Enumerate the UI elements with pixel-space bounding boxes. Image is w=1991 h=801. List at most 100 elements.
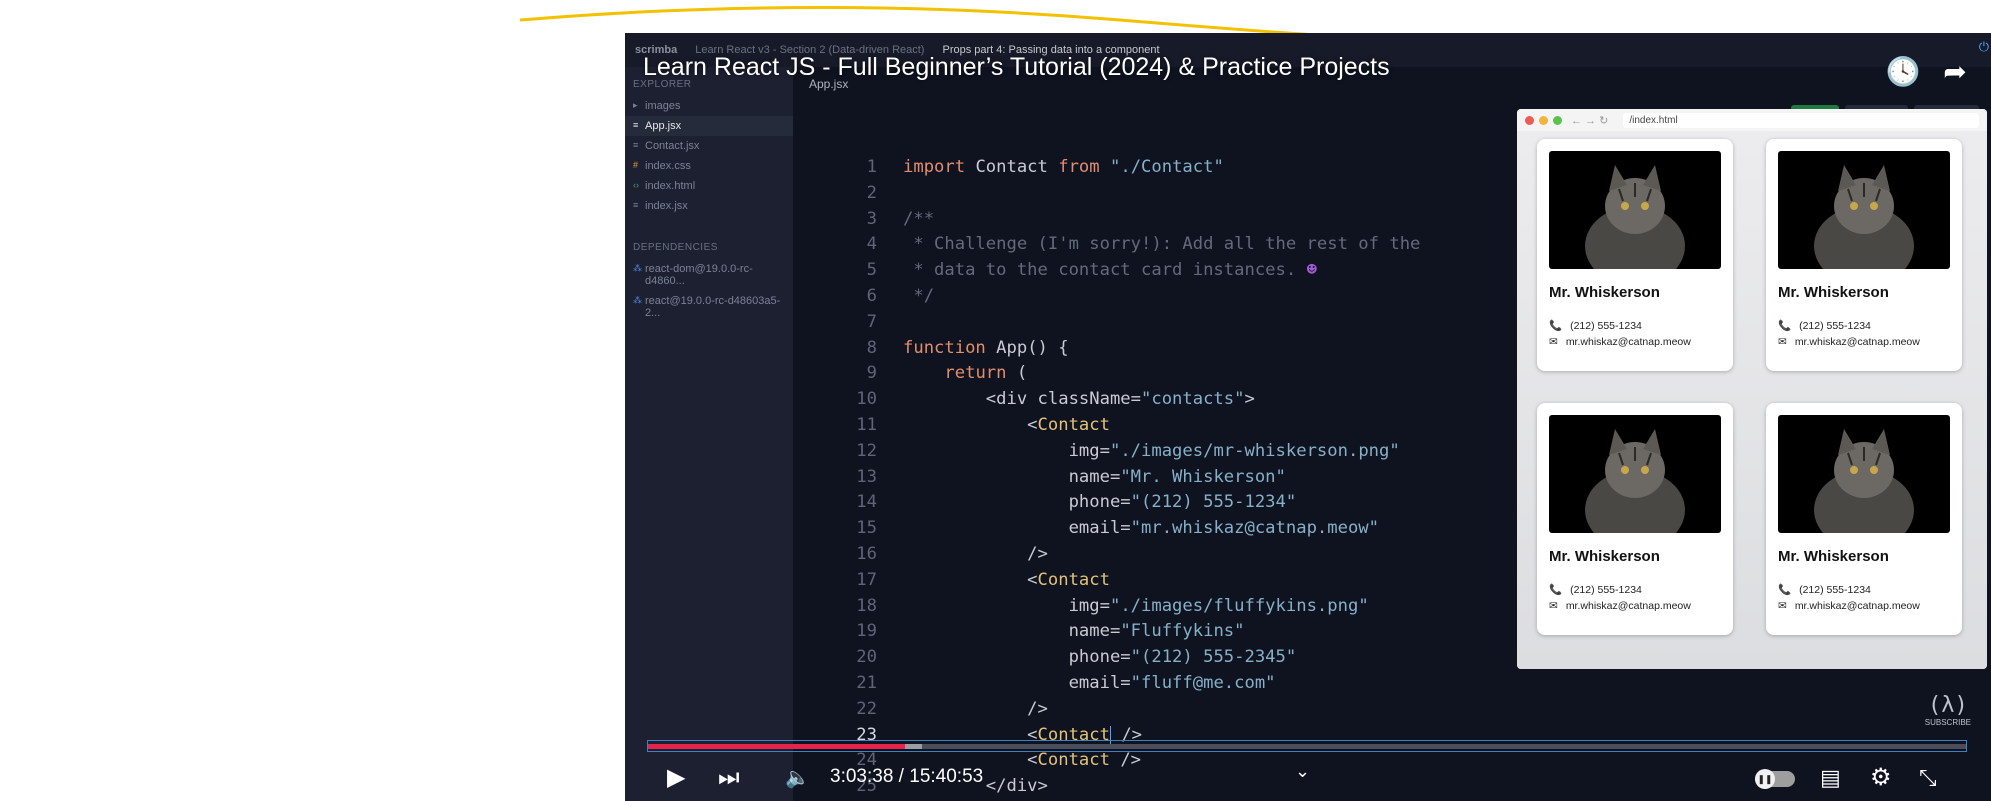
file-label: index.html: [645, 180, 696, 192]
file-app-jsx: ≡ App.jsx: [625, 116, 793, 136]
code-line: 1 import Contact from "./Contact": [866, 157, 1224, 177]
time-display: 3:03:38 / 15:40:53: [830, 766, 983, 788]
channel-watermark[interactable]: (λ) SUBSCRIBE: [1925, 693, 1971, 727]
video-title[interactable]: Learn React JS - Full Beginner’s Tutoria…: [643, 53, 1390, 82]
code-line: 22 />: [856, 698, 1048, 719]
browser-toolbar: ← → ↻ /index.html: [1517, 109, 1987, 131]
file-index-jsx: ≡ index.jsx: [625, 196, 793, 216]
contact-phone: 📞 (212) 555-1234: [1549, 319, 1642, 333]
package-icon: ⁂: [633, 263, 642, 273]
code-line: 7: [866, 311, 877, 332]
file-index-html: ‹› index.html: [625, 176, 793, 196]
preview-page: Mr. Whiskerson 📞 (212) 555-1234 ✉ mr.whisk…: [1517, 131, 1987, 669]
code-line: 11 <Contact: [856, 414, 1110, 435]
volume-icon[interactable]: 🔈: [785, 765, 810, 791]
file-icon: ≡: [633, 140, 639, 150]
contact-email: ✉ mr.whiskaz@catnap.meow: [1549, 600, 1691, 612]
code-line: 4 * Challenge (I'm sorry!): Add all the …: [866, 234, 1421, 255]
cat-photo: [1778, 415, 1950, 533]
contact-email: ✉ mr.whiskaz@catnap.meow: [1778, 336, 1920, 348]
file-icon: ≡: [633, 120, 639, 130]
cat-photo: [1778, 151, 1950, 269]
cat-photo: [1549, 415, 1721, 533]
contact-email: ✉ mr.whiskaz@catnap.meow: [1549, 336, 1691, 348]
code-line: 2: [866, 182, 877, 203]
chevron-down-icon[interactable]: ⌄: [1295, 761, 1310, 782]
browser-url: /index.html: [1623, 112, 1979, 128]
code-line: 14 phone="(212) 555-1234": [856, 492, 1297, 513]
file-label: App.jsx: [645, 120, 682, 132]
code-line: 20 phone="(212) 555-2345": [856, 647, 1297, 668]
mail-icon: ✉: [1549, 600, 1558, 612]
folder-icon: ▸: [633, 100, 638, 110]
dependency-item: ⁂ react@19.0.0-rc-d48603a5-2...: [625, 291, 793, 323]
code-line: 21 email="fluff@me.com": [856, 672, 1276, 693]
mail-icon: ✉: [1778, 600, 1787, 612]
dependency-label: react-dom@19.0.0-rc-d4860...: [645, 263, 753, 287]
captions-icon[interactable]: ▤: [1820, 765, 1841, 791]
video-player[interactable]: scrimba Learn React v3 - Section 2 (Data…: [625, 33, 1991, 801]
file-contact-jsx: ≡ Contact.jsx: [625, 136, 793, 156]
code-line: 3/**: [866, 208, 935, 229]
code-line: 8 function App() {: [866, 337, 1069, 358]
code-line: 10 <div className="contacts">: [856, 389, 1255, 410]
contact-phone: 📞 (212) 555-1234: [1778, 583, 1871, 597]
file-explorer: EXPLORER ▸ images ≡ App.jsx ≡ Contact.jsx #…: [625, 67, 793, 801]
code-line: 12 img="./images/mr-whiskerson.png": [856, 440, 1400, 461]
contact-name: Mr. Whiskerson: [1549, 284, 1660, 301]
pause-icon: ❚❚: [1755, 769, 1775, 789]
power-icon: ⏻: [1978, 39, 1989, 54]
contact-name: Mr. Whiskerson: [1549, 548, 1660, 565]
file-label: images: [645, 100, 681, 112]
contact-name: Mr. Whiskerson: [1778, 548, 1889, 565]
contact-phone: 📞 (212) 555-1234: [1549, 583, 1642, 597]
contact-card: Mr. Whiskerson 📞 (212) 555-1234 ✉ mr.whisk…: [1537, 139, 1733, 371]
dependency-label: react@19.0.0-rc-d48603a5-2...: [645, 295, 781, 319]
file-label: index.css: [645, 160, 691, 172]
time-separator: /: [893, 766, 910, 787]
duration: 15:40:53: [909, 766, 984, 787]
autoplay-toggle[interactable]: ❚❚: [1755, 769, 1795, 789]
phone-icon: 📞: [1778, 584, 1792, 596]
code-block: 1 import Contact from "./Contact" 2 3/** …: [793, 155, 1420, 801]
dependencies-heading: DEPENDENCIES: [633, 242, 718, 253]
code-line: 17 <Contact: [856, 569, 1110, 590]
current-time: 3:03:38: [830, 766, 894, 787]
play-icon[interactable]: ▶: [667, 765, 685, 791]
progress-bar[interactable]: [647, 740, 1967, 752]
played-bar: [648, 744, 905, 749]
code-line: 18 img="./images/fluffykins.png": [856, 595, 1369, 616]
contact-phone: 📞 (212) 555-1234: [1778, 319, 1871, 333]
phone-icon: 📞: [1549, 584, 1563, 596]
code-line: 13 name="Mr. Whiskerson": [856, 466, 1286, 487]
code-icon: ‹›: [633, 180, 639, 190]
file-icon: ≡: [633, 200, 639, 210]
exit-fullscreen-icon[interactable]: ⤡: [1919, 765, 1937, 791]
phone-icon: 📞: [1778, 320, 1792, 332]
player-controls: ▶ ⏭ 🔈 3:03:38 / 15:40:53 ⌄ ❚❚ ▤ ⚙ ⤡: [625, 755, 1991, 801]
clock-icon[interactable]: 🕓: [1885, 53, 1921, 89]
dependency-item: ⁂ react-dom@19.0.0-rc-d4860...: [625, 259, 793, 291]
mail-icon: ✉: [1778, 336, 1787, 348]
contact-name: Mr. Whiskerson: [1778, 284, 1889, 301]
channel-logo: (λ): [1928, 693, 1968, 718]
subscribe-label: SUBSCRIBE: [1924, 718, 1971, 727]
code-line: 16 />: [856, 543, 1048, 564]
file-label: Contact.jsx: [645, 140, 700, 152]
contact-card: Mr. Whiskerson 📞 (212) 555-1234 ✉ mr.whisk…: [1537, 403, 1733, 635]
code-line: 15 email="mr.whiskaz@catnap.meow": [856, 518, 1380, 539]
file-images: ▸ images: [625, 96, 793, 116]
share-icon[interactable]: ➦: [1937, 53, 1973, 89]
code-line: 9 return (: [866, 363, 1028, 384]
hash-icon: #: [633, 160, 639, 170]
code-line: 19 name="Fluffykins": [856, 621, 1245, 642]
mail-icon: ✉: [1549, 336, 1558, 348]
contact-card: Mr. Whiskerson 📞 (212) 555-1234 ✉ mr.whisk…: [1766, 403, 1962, 635]
browser-preview: ← → ↻ /index.html Mr. Whiskerson 📞 (212) …: [1517, 109, 1987, 669]
contact-card: Mr. Whiskerson 📞 (212) 555-1234 ✉ mr.whisk…: [1766, 139, 1962, 371]
phone-icon: 📞: [1549, 320, 1563, 332]
next-icon[interactable]: ⏭: [718, 765, 740, 791]
package-icon: ⁂: [633, 295, 642, 305]
file-index-css: # index.css: [625, 156, 793, 176]
gear-icon[interactable]: ⚙: [1870, 765, 1892, 791]
